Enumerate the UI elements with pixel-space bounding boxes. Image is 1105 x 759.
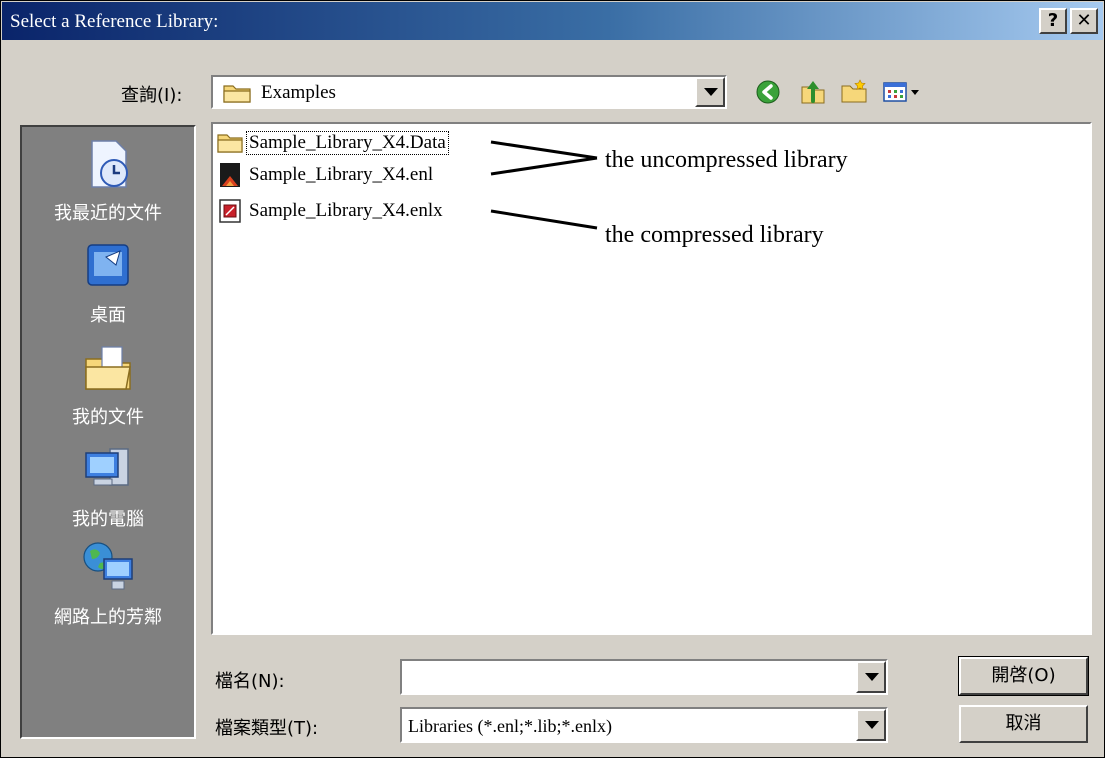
annotation-line-data — [490, 140, 598, 160]
filetype-select[interactable]: Libraries (*.enl;*.lib;*.enlx) — [400, 707, 888, 743]
filename-dropdown-button[interactable] — [856, 661, 886, 693]
file-dialog: Select a Reference Library: ? ✕ 查詢(I): E… — [0, 0, 1105, 758]
filetype-value: Libraries (*.enl;*.lib;*.enlx) — [408, 716, 612, 736]
cancel-button[interactable]: 取消 — [959, 705, 1088, 743]
annotation-compressed: the compressed library — [605, 222, 824, 248]
filetype-dropdown-button[interactable] — [856, 709, 886, 741]
annotation-lines — [490, 140, 598, 230]
filename-input[interactable] — [400, 659, 888, 695]
annotation-line-enlx — [490, 209, 598, 230]
annotation-line-enl — [490, 156, 598, 176]
open-button[interactable]: 開啓(O) — [958, 656, 1089, 696]
annotation-uncompressed: the uncompressed library — [605, 147, 848, 173]
filename-label: 檔名(N): — [215, 671, 285, 692]
filetype-label: 檔案類型(T): — [215, 718, 319, 739]
